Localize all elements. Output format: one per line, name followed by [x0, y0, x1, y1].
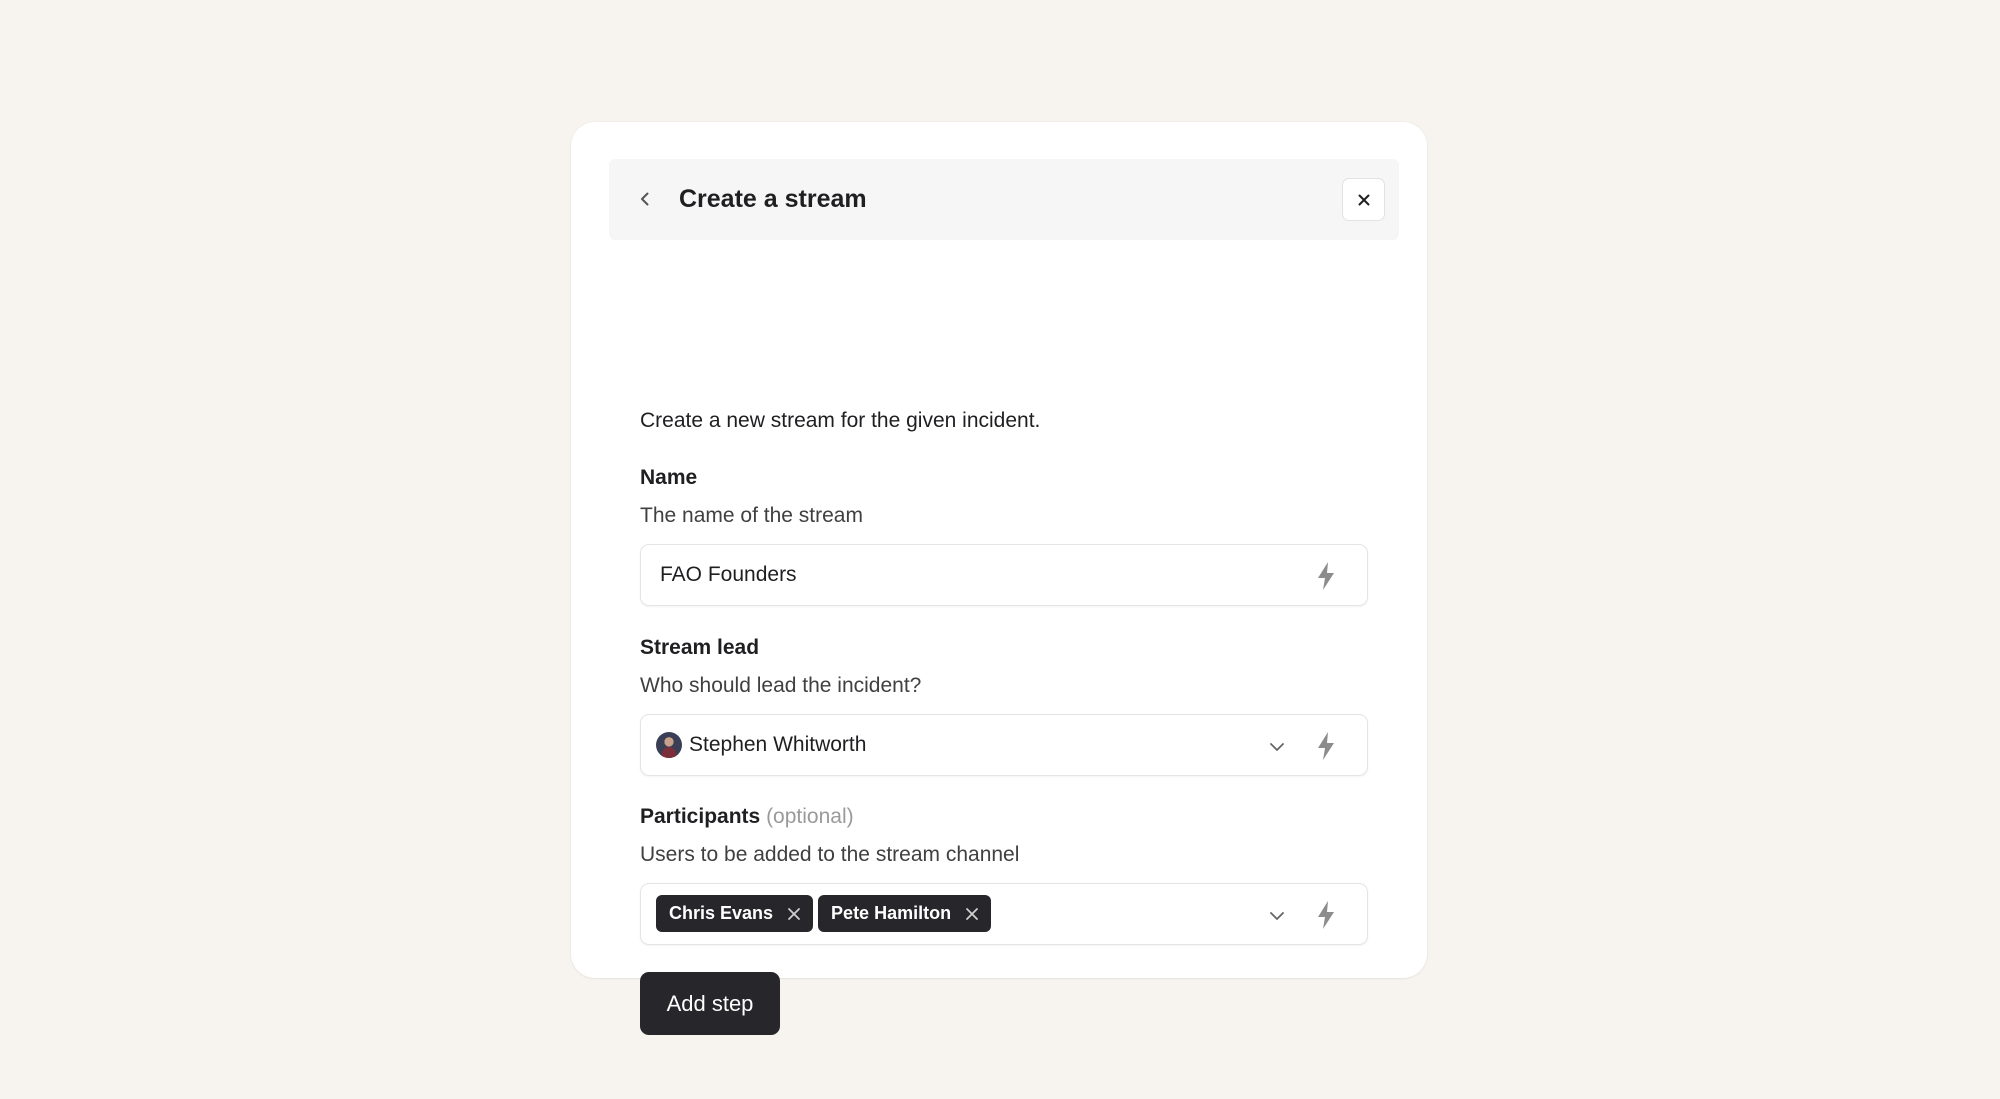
participant-chip-label: Pete Hamilton: [831, 903, 952, 923]
dialog-title: Create a stream: [679, 185, 867, 213]
name-label: Name: [640, 466, 698, 489]
chevron-down-icon[interactable]: [1267, 906, 1287, 926]
avatar: [656, 732, 682, 758]
participant-chips: Chris Evans Pete Hamilton: [656, 895, 992, 932]
participant-chip[interactable]: Pete Hamilton: [818, 895, 992, 932]
participants-select[interactable]: Chris Evans Pete Hamilton: [640, 883, 1368, 945]
name-input[interactable]: FAO Founders: [640, 544, 1368, 606]
participant-chip-label: Chris Evans: [669, 903, 774, 923]
create-stream-dialog: Create a stream Create a new stream for …: [571, 122, 1427, 1035]
participants-description: Users to be added to the stream channel: [640, 843, 1020, 866]
stream-lead-value: Stephen Whitworth: [689, 733, 867, 756]
lightning-bolt-icon[interactable]: [1315, 561, 1337, 591]
name-input-value: FAO Founders: [660, 563, 797, 586]
close-icon: [788, 907, 800, 920]
stream-lead-label: Stream lead: [640, 636, 760, 659]
participant-chip[interactable]: Chris Evans: [656, 895, 814, 932]
dialog-header: Create a stream: [609, 159, 1399, 240]
close-icon: [966, 907, 978, 920]
remove-chip-button[interactable]: [963, 905, 981, 923]
participants-label-text: Participants: [640, 805, 761, 828]
stream-lead-description: Who should lead the incident?: [640, 674, 922, 697]
close-icon: [1358, 194, 1369, 205]
lightning-bolt-icon[interactable]: [1315, 731, 1337, 761]
remove-chip-button[interactable]: [785, 905, 803, 923]
stream-lead-select[interactable]: Stephen Whitworth: [640, 714, 1368, 776]
optional-tag: (optional): [766, 805, 854, 828]
back-button[interactable]: [629, 183, 661, 215]
add-step-button[interactable]: Add step: [640, 972, 780, 1035]
dialog-description: Create a new stream for the given incide…: [640, 409, 1041, 432]
name-description: The name of the stream: [640, 504, 863, 527]
participants-label: Participants (optional): [640, 802, 854, 832]
chevron-left-icon: [641, 192, 649, 206]
lightning-bolt-icon[interactable]: [1315, 900, 1337, 930]
chevron-down-icon[interactable]: [1267, 737, 1287, 757]
close-button[interactable]: [1342, 178, 1385, 221]
